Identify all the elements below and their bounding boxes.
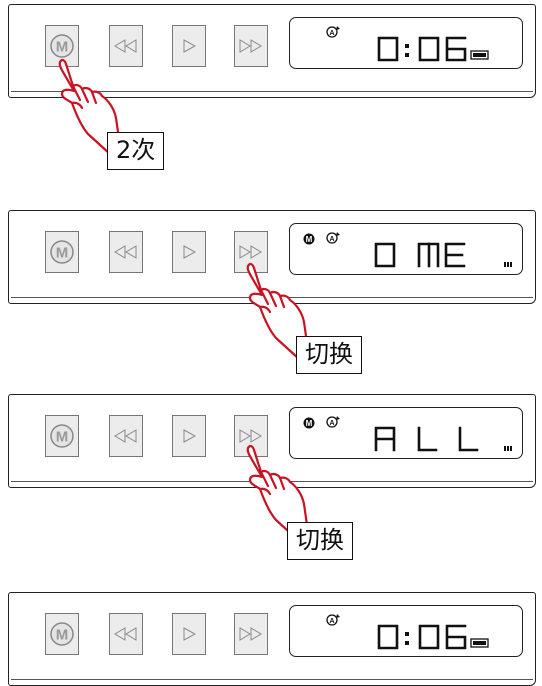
svg-text:M: M	[56, 39, 69, 56]
svg-text:A: A	[329, 30, 334, 37]
right-triangle-icon	[183, 245, 197, 259]
svg-text:A: A	[329, 420, 334, 427]
lcd-text-readout-one: M A	[303, 232, 512, 268]
next-button[interactable]	[234, 25, 268, 67]
next-button[interactable]	[234, 613, 268, 655]
right-triangle-icon	[183, 627, 197, 641]
double-left-triangle-icon	[114, 39, 137, 53]
device-panel-4: M A	[8, 592, 536, 686]
m-button[interactable]: M	[45, 415, 79, 457]
double-right-triangle-icon	[239, 39, 262, 53]
battery-icon	[470, 638, 489, 648]
callout-switch: 切换	[296, 336, 362, 374]
double-right-triangle-icon	[239, 627, 262, 641]
svg-text:M: M	[306, 235, 313, 244]
previous-button[interactable]	[109, 613, 143, 655]
right-triangle-icon	[183, 429, 197, 443]
m-circle-icon: M	[50, 34, 74, 58]
m-button[interactable]: M	[45, 613, 79, 655]
svg-text:M: M	[56, 245, 69, 262]
m-circle-icon: M	[50, 622, 74, 646]
right-triangle-icon	[183, 39, 197, 53]
play-button[interactable]	[172, 25, 206, 67]
svg-text:A: A	[329, 618, 334, 625]
battery-icon	[504, 262, 512, 267]
filled-m-circle-icon: M	[303, 417, 315, 429]
play-button[interactable]	[172, 231, 206, 273]
previous-button[interactable]	[109, 415, 143, 457]
lcd-display: M A	[289, 223, 523, 275]
circled-a-repeat-icon: A	[326, 416, 340, 428]
double-right-triangle-icon	[239, 245, 262, 259]
m-circle-icon: M	[50, 240, 74, 264]
double-left-triangle-icon	[114, 429, 137, 443]
lcd-time-readout: A	[326, 614, 489, 650]
battery-icon	[470, 50, 489, 60]
double-left-triangle-icon	[114, 627, 137, 641]
svg-text:M: M	[56, 429, 69, 446]
m-circle-icon: M	[50, 424, 74, 448]
callout-twice: 2次	[107, 132, 165, 170]
previous-button[interactable]	[109, 231, 143, 273]
circled-a-repeat-icon: A	[326, 614, 340, 626]
m-button[interactable]: M	[45, 231, 79, 273]
lcd-time-readout: A	[326, 26, 489, 62]
play-button[interactable]	[172, 415, 206, 457]
svg-text:M: M	[56, 627, 69, 644]
lcd-display: A	[289, 17, 523, 69]
svg-text:A: A	[329, 236, 334, 243]
circled-a-repeat-icon: A	[326, 26, 340, 38]
battery-icon	[504, 446, 512, 451]
filled-m-circle-icon: M	[303, 233, 315, 245]
lcd-text-readout-all: M A	[303, 416, 512, 452]
lcd-display: A	[289, 605, 523, 657]
double-left-triangle-icon	[114, 245, 137, 259]
svg-text:M: M	[306, 419, 313, 428]
circled-a-repeat-icon: A	[326, 232, 340, 244]
callout-switch: 切换	[287, 522, 353, 560]
lcd-display: M A	[289, 407, 523, 459]
play-button[interactable]	[172, 613, 206, 655]
double-right-triangle-icon	[239, 429, 262, 443]
